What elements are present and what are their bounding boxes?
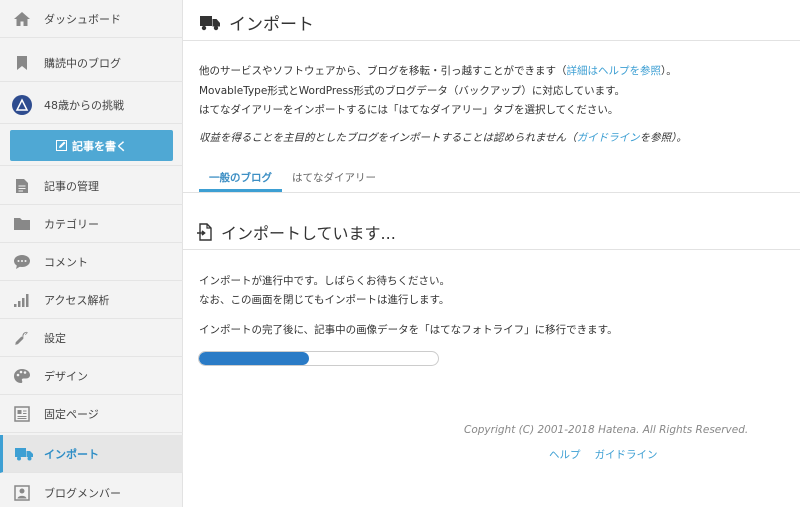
sidebar-item-label: アクセス解析 bbox=[44, 293, 110, 307]
truck-icon bbox=[200, 15, 220, 30]
tab-general-blog[interactable]: 一般のブログ bbox=[199, 164, 282, 192]
home-icon bbox=[0, 11, 44, 27]
document-icon bbox=[0, 178, 44, 194]
page-title-text: インポート bbox=[229, 15, 314, 35]
description-line-3: はてなダイアリーをインポートするには「はてなダイアリー」タブを選択してください。 bbox=[199, 104, 619, 116]
person-icon bbox=[0, 485, 44, 501]
write-article-label: 記事を書く bbox=[72, 139, 127, 153]
help-link[interactable]: 詳細はヘルプを参照 bbox=[567, 65, 662, 77]
copyright: Copyright (C) 2001-2018 Hatena. All Righ… bbox=[464, 424, 749, 436]
sidebar-item-articles[interactable]: 記事の管理 bbox=[0, 167, 183, 205]
sidebar-item-label: ブログメンバー bbox=[44, 487, 121, 500]
sidebar-item-label: デザイン bbox=[44, 369, 88, 383]
wrench-icon bbox=[0, 330, 44, 346]
sidebar-item-label: インポート bbox=[44, 447, 99, 461]
import-file-icon bbox=[197, 223, 212, 241]
edit-icon bbox=[56, 140, 67, 151]
tab-hatena-diary[interactable]: はてなダイアリー bbox=[282, 164, 386, 192]
sidebar: ダッシュボード 購読中のブログ 48歳からの挑戦 記事を書く 記事の管理 カテゴ… bbox=[0, 0, 183, 507]
sidebar-item-label: コメント bbox=[44, 255, 88, 269]
sidebar-item-label: 48歳からの挑戦 bbox=[44, 98, 124, 112]
sidebar-item-label: カテゴリー bbox=[44, 217, 99, 231]
sidebar-item-label: 記事の管理 bbox=[44, 179, 99, 193]
status-message-1: インポートが進行中です。しばらくお待ちください。 bbox=[199, 275, 450, 287]
import-progress-bar bbox=[198, 351, 439, 366]
sidebar-item-dashboard[interactable]: ダッシュボード bbox=[0, 0, 183, 38]
sidebar-item-analytics[interactable]: アクセス解析 bbox=[0, 281, 183, 319]
main-content: インポート 他のサービスやソフトウェアから、ブログを移転・引っ越すことができます… bbox=[183, 0, 800, 507]
palette-icon bbox=[0, 368, 44, 384]
sidebar-item-settings[interactable]: 設定 bbox=[0, 319, 183, 357]
sidebar-item-category[interactable]: カテゴリー bbox=[0, 205, 183, 243]
sidebar-item-label: 購読中のブログ bbox=[44, 56, 121, 70]
footer-links: ヘルプ ガイドライン bbox=[549, 447, 658, 462]
title-divider bbox=[183, 40, 800, 41]
status-message-3: インポートの完了後に、記事中の画像データを「はてなフォトライフ」に移行できます。 bbox=[199, 324, 618, 336]
import-status-title: インポートしています... bbox=[197, 220, 396, 244]
status-divider bbox=[183, 249, 800, 250]
sidebar-item-subscribed[interactable]: 購読中のブログ bbox=[0, 44, 183, 82]
sidebar-item-blog[interactable]: 48歳からの挑戦 bbox=[0, 86, 183, 124]
blog-avatar bbox=[12, 94, 32, 115]
status-message-2: なお、この画面を閉じてもインポートは進行します。 bbox=[199, 294, 450, 306]
import-status-title-text: インポートしています... bbox=[221, 224, 396, 243]
guideline-notice: 収益を得ることを主目的としたブログをインポートすることは認められません（ガイドラ… bbox=[199, 132, 687, 144]
sidebar-item-label: ダッシュボード bbox=[44, 12, 121, 26]
sidebar-item-design[interactable]: デザイン bbox=[0, 357, 183, 395]
write-article-button[interactable]: 記事を書く bbox=[10, 130, 173, 161]
description-line-2: MovableType形式とWordPress形式のブログデータ（バックアップ）… bbox=[199, 85, 626, 97]
description-line-1: 他のサービスやソフトウェアから、ブログを移転・引っ越すことができます（詳細はヘル… bbox=[199, 65, 677, 77]
sidebar-item-import[interactable]: インポート bbox=[0, 435, 183, 473]
bookmark-icon bbox=[0, 55, 44, 71]
sidebar-item-label: 設定 bbox=[44, 331, 66, 345]
footer-help-link[interactable]: ヘルプ bbox=[549, 447, 581, 462]
page-title: インポート bbox=[199, 10, 314, 35]
sidebar-item-comment[interactable]: コメント bbox=[0, 243, 183, 281]
sidebar-item-fixed-page[interactable]: 固定ページ bbox=[0, 395, 183, 433]
footer-guideline-link[interactable]: ガイドライン bbox=[595, 447, 658, 462]
folder-icon bbox=[0, 217, 44, 231]
speech-bubble-icon bbox=[0, 254, 44, 270]
tabs-divider bbox=[183, 192, 800, 193]
truck-icon bbox=[3, 447, 44, 461]
bar-chart-icon bbox=[0, 292, 44, 308]
import-tabs: 一般のブログ はてなダイアリー bbox=[199, 164, 386, 192]
import-progress-fill bbox=[199, 352, 309, 365]
sidebar-item-label: 固定ページ bbox=[44, 407, 99, 421]
guideline-link[interactable]: ガイドライン bbox=[577, 132, 640, 144]
page-icon bbox=[0, 405, 44, 422]
sidebar-item-members[interactable]: ブログメンバー bbox=[0, 474, 183, 507]
